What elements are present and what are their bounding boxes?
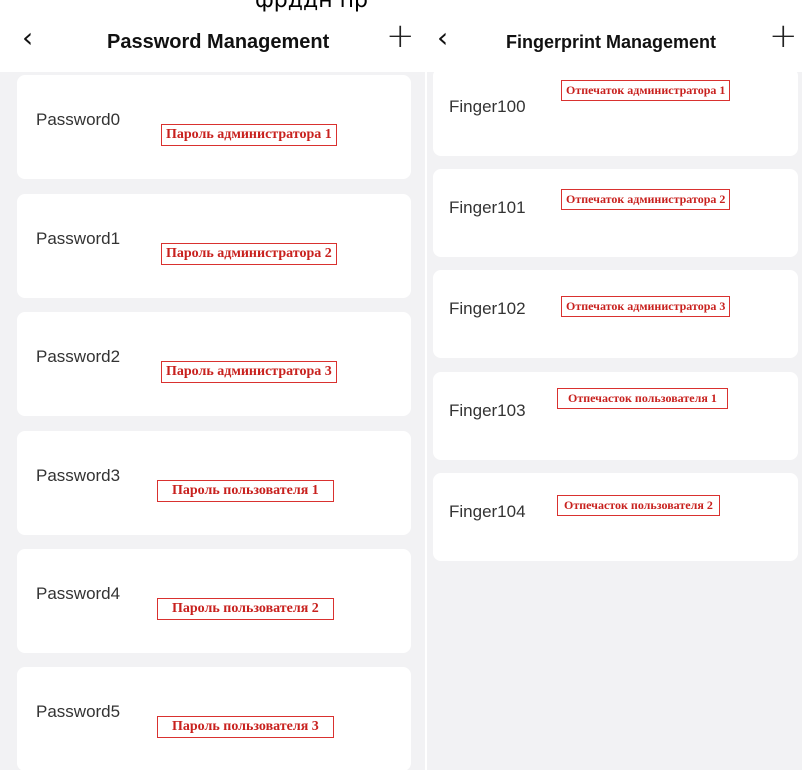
fingerprint-name: Finger103: [449, 401, 526, 420]
password-name: Password4: [36, 584, 121, 603]
annotation-label: Пароль пользователя 1: [157, 480, 334, 502]
password-name: Password0: [36, 110, 121, 129]
password-list-item[interactable]: Password1 Пароль администратора 2: [17, 194, 411, 298]
password-name: Password3: [36, 466, 121, 485]
annotation-label: Пароль администратора 3: [161, 361, 337, 383]
annotation-label: Пароль администратора 1: [161, 124, 337, 146]
page-title: Password Management: [107, 31, 330, 53]
password-list-item[interactable]: Password5 Пароль пользователя 3: [17, 667, 411, 770]
password-list-item[interactable]: Password2 Пароль администратора 3: [17, 312, 411, 416]
password-list-item[interactable]: Password3 Пароль пользователя 1: [17, 431, 411, 535]
fingerprint-list-item[interactable]: Finger103 Отпечасток пользователя 1: [433, 372, 798, 460]
annotation-label: Отпечасток пользователя 1: [557, 388, 728, 409]
password-name: Password5: [36, 702, 121, 721]
fingerprint-list-item[interactable]: Finger101 Отпечаток администратора 2: [433, 169, 798, 257]
annotation-label: Отпечасток пользователя 2: [557, 495, 720, 516]
password-name: Password1: [36, 229, 121, 248]
annotation-label: Пароль пользователя 2: [157, 598, 334, 620]
annotation-label: Пароль пользователя 3: [157, 716, 334, 738]
password-header: ‹ Password Management +: [0, 14, 425, 72]
back-chevron-icon[interactable]: ‹: [22, 24, 33, 52]
password-list-item[interactable]: Password4 Пароль пользователя 2: [17, 549, 411, 653]
fingerprint-list-item[interactable]: Finger102 Отпечаток администратора 3: [433, 270, 798, 358]
fingerprint-name: Finger104: [449, 502, 526, 521]
fingerprint-name: Finger102: [449, 299, 526, 318]
fingerprint-list-item[interactable]: Finger100 Отпечаток администратора 1: [433, 68, 798, 156]
password-management-screen: ‹ Password Management + Password0 Пароль…: [0, 14, 425, 770]
fingerprint-management-screen: ‹ Fingerprint Management + Finger100 Отп…: [427, 14, 802, 770]
password-list-item[interactable]: Password0 Пароль администратора 1: [17, 75, 411, 179]
annotation-label: Отпечаток администратора 1: [561, 80, 731, 101]
annotation-label: Пароль администратора 2: [161, 243, 337, 265]
add-icon[interactable]: +: [386, 19, 415, 53]
page-title: Fingerprint Management: [506, 32, 717, 52]
annotation-label: Отпечаток администратора 2: [561, 189, 731, 210]
back-chevron-icon[interactable]: ‹: [437, 24, 448, 52]
fingerprint-header: ‹ Fingerprint Management +: [427, 14, 802, 72]
fingerprint-name: Finger100: [449, 97, 526, 116]
annotation-label: Отпечаток администратора 3: [561, 296, 731, 317]
cropped-caption-strip: фрддн пр: [0, 0, 802, 14]
add-icon[interactable]: +: [769, 19, 798, 53]
fingerprint-list-item[interactable]: Finger104 Отпечасток пользователя 2: [433, 473, 798, 561]
fingerprint-name: Finger101: [449, 198, 526, 217]
password-name: Password2: [36, 347, 121, 366]
cropped-caption: фрддн пр: [255, 0, 368, 13]
